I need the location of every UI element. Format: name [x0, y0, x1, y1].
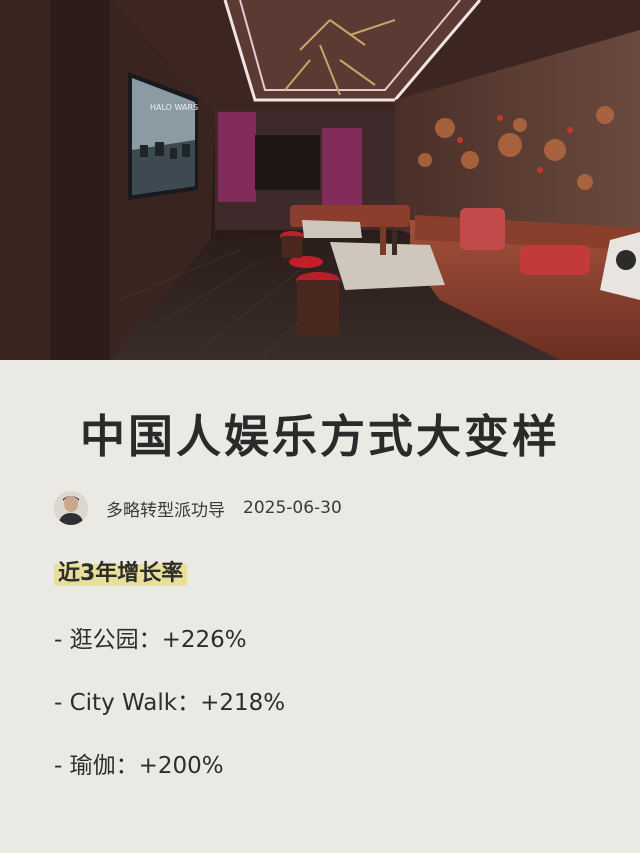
tv-text: HALO WARS [150, 103, 198, 112]
avatar[interactable] [54, 491, 88, 525]
author-row[interactable]: 多略转型派功导 2025-06-30 [54, 490, 342, 526]
page: HALO WARS 中国人娱乐方式大变样 多略转型派功导 2025-06-30 … [0, 0, 640, 853]
article-title: 中国人娱乐方式大变样 [79, 410, 560, 463]
stat-item-citywalk: - City Walk：+218% [54, 690, 286, 716]
author-name[interactable]: 多略转型派功导 [106, 496, 225, 521]
publish-date: 2025-06-30 [243, 498, 342, 518]
stat-item-park: - 逛公园：+226% [54, 627, 247, 653]
article-content: 中国人娱乐方式大变样 多略转型派功导 2025-06-30 近3年增长率 - 逛… [0, 360, 640, 853]
karaoke-room-illustration: HALO WARS [0, 0, 640, 360]
stat-item-yoga: - 瑜伽：+200% [54, 753, 224, 779]
avatar-icon [54, 491, 88, 525]
hero-image: HALO WARS [0, 0, 640, 360]
section-heading: 近3年增长率 [54, 553, 188, 589]
